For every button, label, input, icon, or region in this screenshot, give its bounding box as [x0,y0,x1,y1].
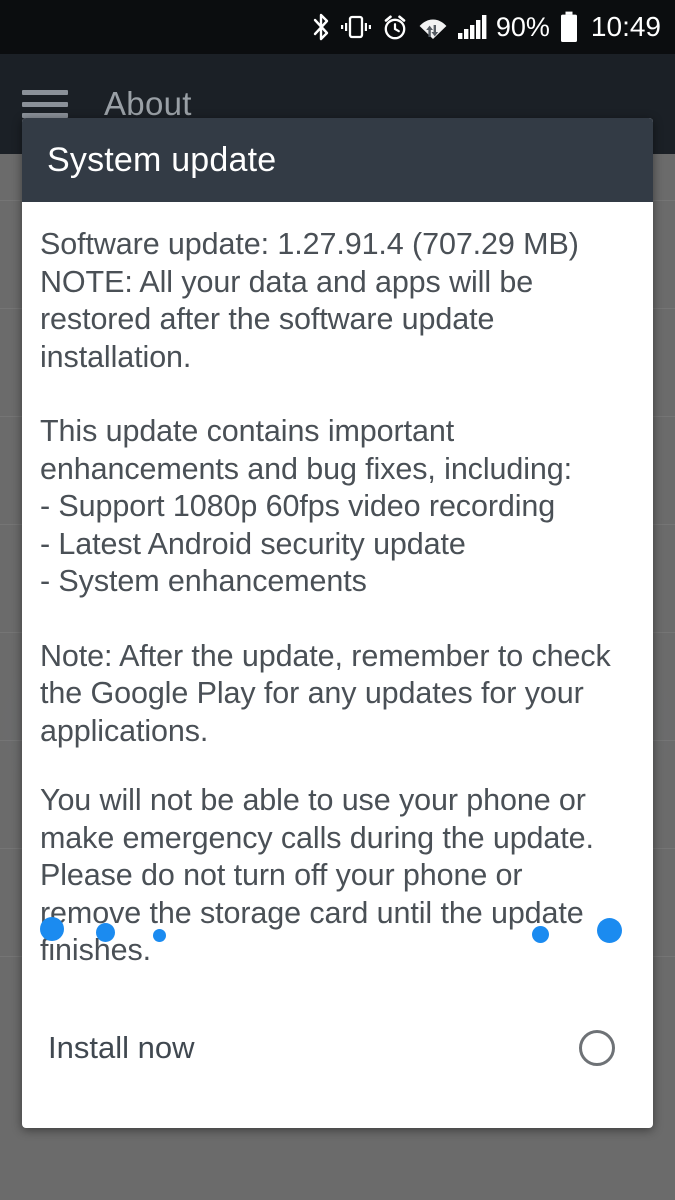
hamburger-bar [22,101,68,107]
annotation-dot [531,925,549,943]
install-now-row[interactable]: Install now [22,1002,653,1094]
signal-icon [457,11,487,43]
dialog-title: System update [47,140,277,179]
update-version-paragraph: Software update: 1.27.91.4 (707.29 MB) N… [40,227,579,374]
annotation-dot [40,917,64,941]
battery-percent-label: 90% [495,11,550,42]
annotation-dot [152,928,166,942]
status-bar-clock: 10:49 [590,11,661,42]
annotation-dot [596,917,622,943]
dialog-header: System update [22,118,653,202]
alarm-icon [381,11,409,43]
vibrate-icon [340,11,372,43]
phone-screen: 90% 10:49 About System update Software u… [0,0,675,1200]
annotation-dot [95,922,115,942]
battery-icon [559,11,579,43]
wifi-icon [418,11,448,43]
hamburger-icon[interactable] [22,88,68,120]
system-update-dialog: System update Software update: 1.27.91.4… [22,118,653,1128]
dialog-body[interactable]: Software update: 1.27.91.4 (707.29 MB) N… [22,202,653,970]
bluetooth-icon [311,11,331,43]
hamburger-bar [22,90,68,95]
update-changelog-paragraph: This update contains important enhanceme… [40,414,573,598]
update-note-paragraph: Note: After the update, remember to chec… [40,638,611,748]
status-bar: 90% 10:49 [0,0,675,54]
install-now-radio[interactable] [579,1030,615,1066]
install-now-label: Install now [48,1030,195,1065]
